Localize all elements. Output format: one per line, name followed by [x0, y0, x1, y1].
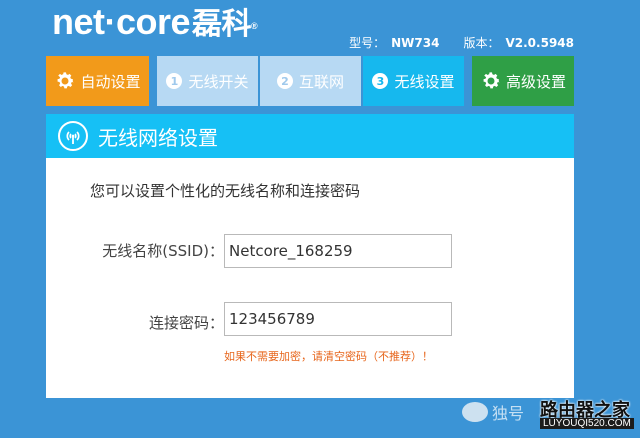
version-value: V2.0.5948 [505, 36, 574, 50]
tab-wireless-switch[interactable]: 1 无线开关 [157, 56, 258, 106]
version-label: 版本： [463, 36, 500, 50]
password-input[interactable] [224, 302, 452, 336]
header: net·core磊科® 型号： NW734 版本： V2.0.5948 [0, 0, 640, 52]
step-number-3: 3 [372, 73, 389, 89]
model-value: NW734 [391, 36, 440, 50]
step-number-1: 1 [166, 73, 183, 89]
tab-wireless-settings[interactable]: 3 无线设置 [363, 56, 464, 106]
ssid-label: 无线名称(SSID)： [102, 242, 224, 260]
step-number-2: 2 [276, 73, 293, 89]
gear-icon [483, 72, 500, 89]
wechat-icon [462, 402, 488, 422]
logo-text: net·core [52, 1, 191, 42]
tab-auto-setup-label: 自动设置 [80, 72, 141, 91]
watermark-channel: 独号 [492, 404, 525, 423]
watermark-url: LUYOUQI520.COM [540, 418, 634, 429]
gear-icon [58, 72, 75, 89]
wizard-nav: 自动设置 1 无线开关 2 互联网 3 无线设置 高级设置 [46, 56, 574, 106]
tab-advanced-settings[interactable]: 高级设置 [472, 56, 574, 106]
wifi-signal-icon [58, 121, 88, 151]
intro-text: 您可以设置个性化的无线名称和连接密码 [90, 182, 361, 200]
watermark: 独号 路由器之家 LUYOUQI520.COM [456, 394, 640, 438]
model-info: 型号： NW734 版本： V2.0.5948 [349, 34, 574, 51]
wifi-signal-glyph [66, 131, 80, 144]
ssid-input[interactable] [224, 234, 452, 268]
tab-wireless-switch-label: 无线开关 [188, 72, 249, 91]
password-label: 连接密码： [148, 314, 224, 332]
logo-cn: 磊科 [192, 8, 252, 41]
password-hint: 如果不需要加密，请清空密码（不推荐）！ [224, 350, 433, 363]
logo-reg: ® [251, 21, 258, 31]
tab-wireless-settings-label: 无线设置 [394, 72, 455, 91]
panel-title: 无线网络设置 [98, 125, 218, 150]
panel-header: 无线网络设置 [46, 114, 574, 158]
model-label: 型号： [349, 36, 386, 50]
netcore-logo: net·core磊科® [52, 1, 258, 45]
tab-auto-setup[interactable]: 自动设置 [46, 56, 149, 106]
tab-internet-label: 互联网 [298, 72, 344, 91]
tab-internet[interactable]: 2 互联网 [260, 56, 361, 106]
wireless-settings-form: 您可以设置个性化的无线名称和连接密码 无线名称(SSID)： 连接密码： 如果不… [46, 158, 574, 398]
tab-advanced-settings-label: 高级设置 [505, 72, 566, 91]
